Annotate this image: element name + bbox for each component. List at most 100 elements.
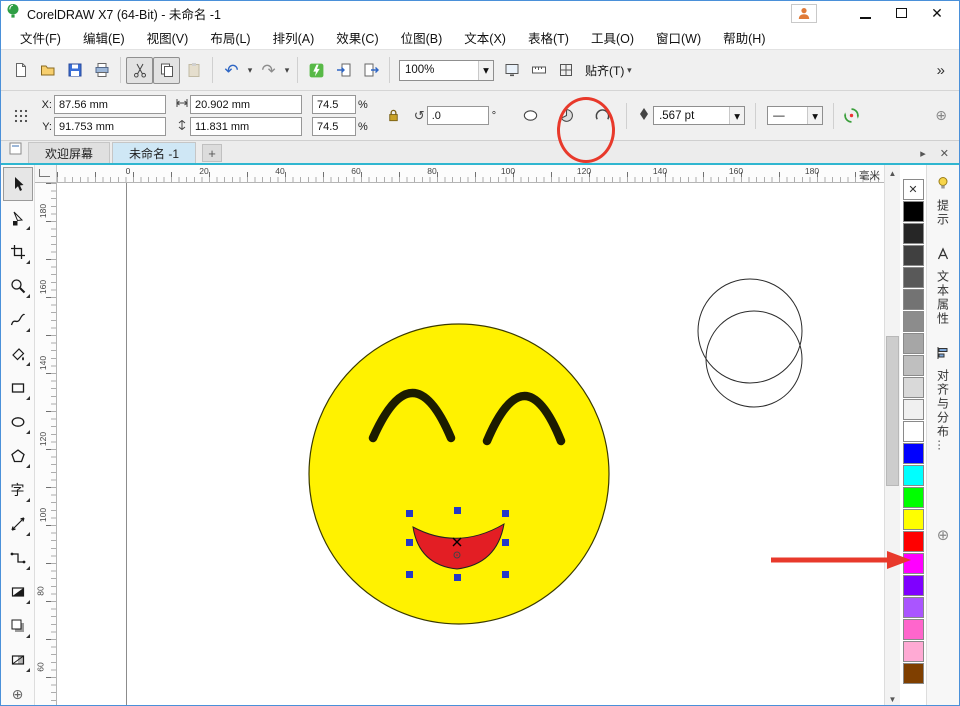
interactive-fill-tool[interactable] xyxy=(3,575,33,609)
menu-item-bitmaps[interactable]: 位图(B) xyxy=(390,25,454,49)
vertical-ruler[interactable]: 1801601401201008060 xyxy=(35,183,57,706)
color-swatch[interactable] xyxy=(903,619,924,640)
color-swatch[interactable] xyxy=(903,465,924,486)
ellipse-tool[interactable] xyxy=(3,405,33,439)
color-swatch[interactable] xyxy=(903,575,924,596)
docker-tab-hints[interactable]: 提示 xyxy=(935,171,952,232)
redo-dropdown[interactable]: ▾ xyxy=(282,65,292,76)
pick-tool[interactable] xyxy=(3,167,33,201)
color-swatch[interactable] xyxy=(903,597,924,618)
scrollbar-thumb[interactable] xyxy=(886,336,899,486)
application-launcher-button[interactable] xyxy=(303,57,330,84)
outline-width-combo[interactable]: .567 pt ▾ xyxy=(653,106,745,125)
selection-handle[interactable] xyxy=(406,571,413,578)
copy-button[interactable] xyxy=(153,57,180,84)
color-swatch[interactable] xyxy=(903,531,924,552)
fullscreen-preview-button[interactable] xyxy=(498,57,525,84)
color-swatch[interactable] xyxy=(903,311,924,332)
toolbox-more-button[interactable]: ⊕ xyxy=(12,686,24,703)
shape-tool[interactable] xyxy=(3,201,33,235)
open-button[interactable] xyxy=(34,57,61,84)
toolbar-overflow-button[interactable]: » xyxy=(929,62,953,79)
rotation-angle-input[interactable]: .0 xyxy=(427,106,489,125)
color-swatch[interactable] xyxy=(903,245,924,266)
color-swatch[interactable] xyxy=(903,443,924,464)
color-swatch[interactable] xyxy=(903,641,924,662)
tab-untitled-document[interactable]: 未命名 -1 xyxy=(112,142,196,163)
show-rulers-button[interactable] xyxy=(525,57,552,84)
color-swatch[interactable] xyxy=(903,223,924,244)
export-button[interactable] xyxy=(357,57,384,84)
canvas[interactable] xyxy=(57,183,884,706)
save-button[interactable] xyxy=(61,57,88,84)
selection-handle[interactable] xyxy=(502,571,509,578)
selection-handle[interactable] xyxy=(502,510,509,517)
ellipse-mode-button[interactable] xyxy=(518,104,542,128)
print-button[interactable] xyxy=(88,57,115,84)
no-color-swatch[interactable]: ✕ xyxy=(903,179,924,200)
color-swatch[interactable] xyxy=(903,267,924,288)
quick-customize-button[interactable]: ⊕ xyxy=(935,107,951,124)
show-grid-button[interactable] xyxy=(552,57,579,84)
redo-button[interactable]: ↷ xyxy=(255,57,282,84)
scroll-down-icon[interactable]: ▼ xyxy=(885,691,901,706)
tab-scroll-next-icon[interactable]: ▸ xyxy=(920,147,926,160)
tab-welcome-screen[interactable]: 欢迎屏幕 xyxy=(28,142,110,163)
cut-button[interactable] xyxy=(126,57,153,84)
wrap-direction-icon[interactable] xyxy=(839,104,863,128)
freehand-tool[interactable] xyxy=(3,303,33,337)
connector-tool[interactable] xyxy=(3,541,33,575)
text-tool[interactable]: 字 xyxy=(3,473,33,507)
zoom-level-combo[interactable]: 100% ▾ xyxy=(399,60,494,81)
object-width-input[interactable]: 20.902 mm xyxy=(190,95,302,114)
docker-tab-align-distribute[interactable]: 对齐与分布… xyxy=(935,341,952,458)
color-swatch[interactable] xyxy=(903,333,924,354)
drop-shadow-tool[interactable] xyxy=(3,609,33,643)
scale-y-input[interactable]: 74.5 xyxy=(312,117,356,136)
import-button[interactable] xyxy=(330,57,357,84)
palette-expand-button[interactable]: ⊕ xyxy=(937,526,950,544)
paste-button[interactable] xyxy=(180,57,207,84)
snap-to-button[interactable]: 贴齐(T) ▾ xyxy=(579,62,640,79)
menu-item-edit[interactable]: 编辑(E) xyxy=(72,25,136,49)
object-height-input[interactable]: 11.831 mm xyxy=(190,117,302,136)
x-position-input[interactable]: 87.56 mm xyxy=(54,95,166,114)
zoom-dropdown-icon[interactable]: ▾ xyxy=(478,61,493,80)
menu-item-text[interactable]: 文本(X) xyxy=(453,25,517,49)
lock-ratio-button[interactable] xyxy=(382,104,406,128)
outline-circle-1[interactable] xyxy=(698,279,802,383)
line-style-combo[interactable]: — ▾ xyxy=(767,106,823,125)
y-position-input[interactable]: 91.753 mm xyxy=(54,117,166,136)
line-style-dropdown-icon[interactable]: ▾ xyxy=(807,107,822,124)
color-swatch[interactable] xyxy=(903,399,924,420)
scroll-up-icon[interactable]: ▲ xyxy=(885,165,901,181)
maximize-button[interactable] xyxy=(883,2,919,24)
document-navigator-icon[interactable] xyxy=(9,142,22,160)
selection-handle[interactable] xyxy=(406,539,413,546)
rectangle-tool[interactable] xyxy=(3,371,33,405)
menu-item-effects[interactable]: 效果(C) xyxy=(325,25,389,49)
undo-button[interactable]: ↶ xyxy=(218,57,245,84)
color-swatch[interactable] xyxy=(903,487,924,508)
close-button[interactable]: ✕ xyxy=(919,2,955,24)
color-swatch[interactable] xyxy=(903,421,924,442)
color-swatch[interactable] xyxy=(903,663,924,684)
polygon-tool[interactable] xyxy=(3,439,33,473)
menu-item-view[interactable]: 视图(V) xyxy=(136,25,200,49)
smart-fill-tool[interactable] xyxy=(3,337,33,371)
color-swatch[interactable] xyxy=(903,509,924,530)
selection-handle[interactable] xyxy=(454,507,461,514)
selection-handle[interactable] xyxy=(406,510,413,517)
zoom-tool[interactable] xyxy=(3,269,33,303)
selection-handle[interactable] xyxy=(502,539,509,546)
scale-x-input[interactable]: 74.5 xyxy=(312,95,356,114)
horizontal-ruler[interactable]: 毫米 020406080100120140160180 xyxy=(57,165,884,183)
vertical-scrollbar[interactable]: ▲ ▼ xyxy=(884,165,900,706)
docker-tab-text-properties[interactable]: 文本属性 xyxy=(935,242,952,331)
crop-tool[interactable] xyxy=(3,235,33,269)
color-swatch[interactable] xyxy=(903,377,924,398)
transparency-tool[interactable] xyxy=(3,643,33,677)
outline-circle-2[interactable] xyxy=(706,311,802,407)
outline-width-dropdown-icon[interactable]: ▾ xyxy=(729,107,744,124)
new-tab-button[interactable]: + xyxy=(202,144,222,162)
